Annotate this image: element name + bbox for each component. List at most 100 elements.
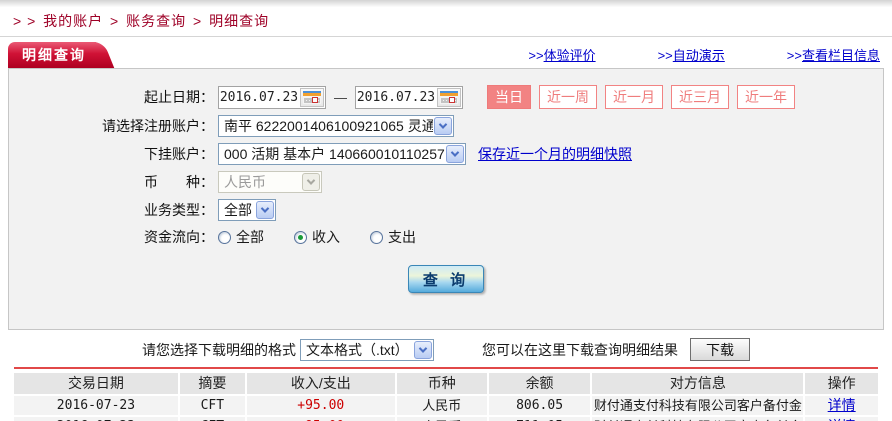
download-format-label: 请您选择下载明细的格式 <box>142 340 296 360</box>
breadcrumb-item-account-query[interactable]: 账务查询 <box>126 13 186 29</box>
end-date-input[interactable] <box>356 88 436 107</box>
header-summary: 摘要 <box>180 373 247 394</box>
chevron-down-icon[interactable] <box>256 201 274 219</box>
business-type-select[interactable]: 全部 <box>218 199 276 221</box>
header-action: 操作 <box>805 373 878 394</box>
cell-summary: CFT <box>180 396 247 415</box>
register-account-label: 请选择注册账户： <box>9 116 214 136</box>
quick-range-month-button[interactable]: 近一月 <box>605 85 663 109</box>
fund-flow-income-option[interactable]: 收入 <box>294 227 340 247</box>
chevron-down-icon <box>302 173 320 191</box>
fund-flow-expense-option[interactable]: 支出 <box>370 227 416 247</box>
start-date-input[interactable] <box>219 88 299 107</box>
start-date-field <box>218 86 326 109</box>
query-button[interactable]: 查 询 <box>408 265 484 293</box>
cell-income-expense: +95.00 <box>247 396 397 415</box>
breadcrumb-separator: > <box>110 13 119 29</box>
sub-account-select[interactable]: 000 活期 基本户 1406600101102571848 <box>218 143 466 165</box>
header-balance: 余额 <box>489 373 593 394</box>
table-top-rule <box>14 367 878 369</box>
table-header-row: 交易日期 摘要 收入/支出 币种 余额 对方信息 操作 <box>14 373 878 394</box>
calendar-icon <box>440 91 458 104</box>
currency-select: 人民币 <box>218 171 322 193</box>
breadcrumb-item-my-account[interactable]: 我的账户 <box>43 13 103 29</box>
download-format-select[interactable]: 文本格式（.txt） <box>300 339 434 361</box>
radio-icon[interactable] <box>370 231 383 244</box>
link-view-column-info[interactable]: >>查看栏目信息 <box>787 45 880 64</box>
cell-income-expense: +95.00 <box>247 417 397 421</box>
link-label: 体验评价 <box>544 48 596 63</box>
quick-range-quarter-button[interactable]: 近三月 <box>671 85 729 109</box>
link-auto-demo[interactable]: >>自动演示 <box>658 45 725 64</box>
radio-label: 收入 <box>312 227 340 247</box>
results-table: 交易日期 摘要 收入/支出 币种 余额 对方信息 操作 2016-07-23 C… <box>14 373 878 421</box>
breadcrumb-item-detail-query[interactable]: 明细查询 <box>209 13 269 29</box>
tab-detail-query[interactable]: 明细查询 <box>8 42 96 68</box>
radio-checked-icon[interactable] <box>294 231 307 244</box>
header-income-expense: 收入/支出 <box>247 373 397 394</box>
cell-currency: 人民币 <box>397 396 489 415</box>
radio-label: 支出 <box>388 227 416 247</box>
register-account-row: 请选择注册账户： 南平 6222001406100921065 灵通卡 <box>9 115 883 137</box>
header-counterparty: 对方信息 <box>592 373 805 394</box>
breadcrumb-prefix: > > <box>13 13 36 29</box>
link-arrows: >> <box>658 48 673 63</box>
link-label: 自动演示 <box>673 48 725 63</box>
business-type-value: 全部 <box>219 200 255 220</box>
register-account-select[interactable]: 南平 6222001406100921065 灵通卡 <box>218 115 454 137</box>
start-date-calendar-button[interactable] <box>300 88 324 107</box>
radio-icon[interactable] <box>218 231 231 244</box>
cell-trade-date: 2016-07-23 <box>14 417 180 421</box>
register-account-value: 南平 6222001406100921065 灵通卡 <box>219 116 433 136</box>
header-trade-date: 交易日期 <box>14 373 180 394</box>
end-date-calendar-button[interactable] <box>437 88 461 107</box>
link-experience-rating[interactable]: >>体验评价 <box>528 45 595 64</box>
currency-value: 人民币 <box>219 172 271 192</box>
download-hint: 您可以在这里下载查询明细结果 <box>482 340 678 360</box>
radio-label: 全部 <box>236 227 264 247</box>
link-arrows: >> <box>528 48 543 63</box>
table-row: 2016-07-23 CFT +95.00 人民币 711.05 财付通支付科技… <box>14 417 878 421</box>
cell-trade-date: 2016-07-23 <box>14 396 180 415</box>
date-range-dash: — <box>334 90 347 105</box>
chevron-down-icon[interactable] <box>446 145 464 163</box>
sub-account-row: 下挂账户： 000 活期 基本户 1406600101102571848 保存近… <box>9 143 883 165</box>
download-bar: 请您选择下载明细的格式 文本格式（.txt） 您可以在这里下载查询明细结果 下载 <box>0 337 892 362</box>
fund-flow-radio-group: 全部 收入 支出 <box>218 227 446 247</box>
breadcrumb: > > 我的账户 > 账务查询 > 明细查询 <box>0 7 892 36</box>
quick-range-buttons: 当日 近一周 近一月 近三月 近一年 <box>479 85 795 109</box>
business-type-row: 业务类型： 全部 <box>9 199 883 221</box>
end-date-field <box>355 86 463 109</box>
quick-range-today-button[interactable]: 当日 <box>487 85 531 109</box>
link-label: 查看栏目信息 <box>802 48 880 63</box>
cell-summary: CFT <box>180 417 247 421</box>
table-row: 2016-07-23 CFT +95.00 人民币 806.05 财付通支付科技… <box>14 396 878 415</box>
cell-balance: 711.05 <box>489 417 593 421</box>
tab-row: 明细查询 >>体验评价 >>自动演示 >>查看栏目信息 <box>0 37 892 68</box>
save-snapshot-link[interactable]: 保存近一个月的明细快照 <box>478 144 632 164</box>
cell-currency: 人民币 <box>397 417 489 421</box>
fund-flow-label: 资金流向： <box>9 227 214 247</box>
detail-link[interactable]: 详情 <box>828 397 856 413</box>
download-format-value: 文本格式（.txt） <box>301 340 413 360</box>
chevron-down-icon[interactable] <box>414 341 432 359</box>
date-range-row: 起止日期： — <box>9 85 883 109</box>
fund-flow-all-option[interactable]: 全部 <box>218 227 264 247</box>
chevron-down-icon[interactable] <box>434 117 452 135</box>
query-form-panel: 起止日期： — <box>8 68 884 330</box>
date-range-label: 起止日期： <box>9 87 214 107</box>
quick-range-year-button[interactable]: 近一年 <box>737 85 795 109</box>
business-type-label: 业务类型： <box>9 200 214 220</box>
quick-range-week-button[interactable]: 近一周 <box>539 85 597 109</box>
cell-balance: 806.05 <box>489 396 593 415</box>
link-arrows: >> <box>787 48 802 63</box>
header-currency: 币种 <box>397 373 489 394</box>
download-button[interactable]: 下载 <box>690 338 750 361</box>
currency-row: 币 种： 人民币 <box>9 171 883 193</box>
top-links: >>体验评价 >>自动演示 >>查看栏目信息 <box>528 45 884 68</box>
cell-counterparty: 财付通支付科技有限公司客户备付金 <box>592 396 805 415</box>
sub-account-value: 000 活期 基本户 1406600101102571848 <box>219 144 445 164</box>
currency-label: 币 种： <box>9 172 214 192</box>
calendar-icon <box>303 91 321 104</box>
fund-flow-row: 资金流向： 全部 收入 支出 <box>9 227 883 247</box>
